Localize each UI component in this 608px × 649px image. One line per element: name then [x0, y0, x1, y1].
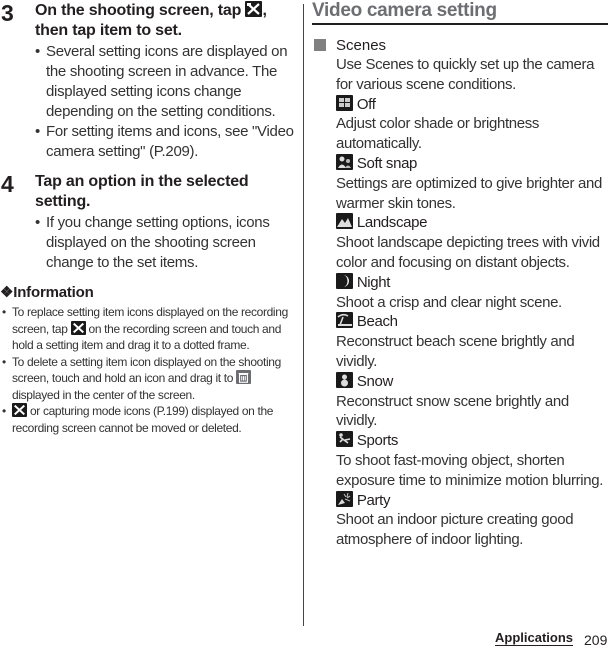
left-column: 3 On the shooting screen, tap , then tap…: [0, 0, 296, 436]
option-label: Beach: [356, 313, 398, 331]
information-list: • To replace setting item icons displayed…: [0, 304, 296, 436]
diamond-icon: ❖: [0, 284, 14, 301]
scene-option-off: Off Adjust color shade or brightness aut…: [336, 94, 608, 154]
bullet-text: If you change setting options, icons dis…: [46, 214, 270, 271]
option-description: Shoot a crisp and clear night scene.: [336, 293, 562, 311]
scene-off-icon: [336, 94, 353, 111]
information-box: ❖Information • To replace setting item ic…: [0, 283, 296, 436]
scenes-heading-text: Scenes: [336, 37, 387, 54]
scenes-description: Use Scenes to quickly set up the camera …: [336, 56, 595, 93]
option-description: To shoot fast-moving object, shorten exp…: [336, 451, 604, 489]
scene-option-soft-snap: Soft snap Settings are optimized to give…: [336, 153, 608, 213]
step-title-comma: ,: [262, 2, 267, 19]
settings-tools-icon: [245, 1, 263, 17]
option-label: Off: [356, 95, 376, 113]
step-4-bullets: • If you change setting options, icons di…: [35, 213, 296, 273]
option-label: Soft snap: [356, 154, 418, 172]
option-description: Settings are optimized to give brighter …: [336, 174, 602, 212]
section-title: Video camera setting: [312, 0, 497, 21]
page-number: 209: [584, 632, 608, 648]
option-description: Adjust color shade or brightness automat…: [336, 115, 540, 153]
bullet-text: For setting items and icons, see "Video …: [46, 123, 294, 160]
bullet-item: • If you change setting options, icons di…: [35, 214, 270, 271]
step-title: On the shooting screen, tap , then tap i…: [35, 1, 296, 41]
info-text: displayed in the center of the screen.: [12, 387, 195, 402]
square-bullet-icon: [314, 39, 326, 51]
scene-option-beach: Beach Reconstruct beach scene brightly a…: [336, 312, 608, 371]
scenes-heading: Scenes: [312, 36, 608, 55]
night-icon: [336, 272, 353, 289]
scenes-body: Use Scenes to quickly set up the camera …: [312, 55, 608, 550]
info-item: • To replace setting item icons displayed…: [2, 305, 288, 352]
step-number: 3: [1, 0, 14, 26]
sports-icon: [336, 431, 353, 448]
information-title: ❖Information: [0, 283, 296, 301]
settings-tools-icon: [12, 403, 27, 417]
info-item: • To delete a setting item icon displayed…: [2, 354, 281, 402]
scene-option-sports: Sports To shoot fast-moving object, shor…: [336, 431, 608, 490]
step-title: Tap an option in the selected setting.: [35, 173, 249, 210]
option-description: Reconstruct beach scene brightly and viv…: [336, 333, 575, 370]
party-icon: [336, 490, 353, 507]
scene-option-landscape: Landscape Shoot landscape depicting tree…: [336, 213, 608, 272]
option-description: Shoot an indoor picture creating good at…: [336, 511, 574, 549]
option-label: Landscape: [356, 214, 428, 232]
option-label: Snow: [356, 372, 393, 390]
option-label: Sports: [356, 432, 399, 450]
step-4: 4 Tap an option in the selected setting.…: [0, 171, 296, 273]
information-title-text: Information: [13, 284, 94, 301]
info-text: or capturing mode icons (P.199) displaye…: [12, 404, 274, 435]
column-divider: [303, 4, 304, 626]
option-description: Shoot landscape depicting trees with viv…: [336, 234, 600, 271]
beach-icon: [336, 312, 353, 329]
trash-icon: [236, 370, 252, 384]
step-title-text: On the shooting screen, tap: [35, 2, 246, 19]
landscape-icon: [336, 213, 353, 230]
step-3: 3 On the shooting screen, tap , then tap…: [0, 0, 296, 162]
scene-option-party: Party Shoot an indoor picture creating g…: [336, 490, 608, 550]
settings-tools-icon: [70, 320, 86, 335]
info-item: • or capturing mode icons (P.199) displa…: [2, 403, 274, 435]
bullet-item: • For setting items and icons, see "Video…: [35, 123, 294, 160]
footer-section-label: Applications: [495, 630, 574, 646]
step-title-line2: then tap item to set.: [35, 22, 182, 39]
snow-icon: [336, 371, 353, 388]
bullet-item: • Several setting icons are displayed on …: [35, 43, 288, 120]
right-column: Video camera setting Scenes Use Scenes t…: [312, 0, 608, 550]
scene-option-snow: Snow Reconstruct snow scene brightly and…: [336, 371, 608, 431]
step-number: 4: [1, 171, 14, 197]
soft-snap-icon: [336, 153, 353, 170]
option-description: Reconstruct snow scene brightly and vivi…: [336, 392, 569, 430]
scene-option-night: Night Shoot a crisp and clear night scen…: [336, 272, 608, 313]
bullet-text: Several setting icons are displayed on t…: [46, 43, 288, 120]
step-3-bullets: • Several setting icons are displayed on …: [35, 42, 296, 162]
section-rule: [312, 23, 608, 25]
option-label: Night: [356, 273, 391, 291]
option-label: Party: [356, 491, 391, 509]
